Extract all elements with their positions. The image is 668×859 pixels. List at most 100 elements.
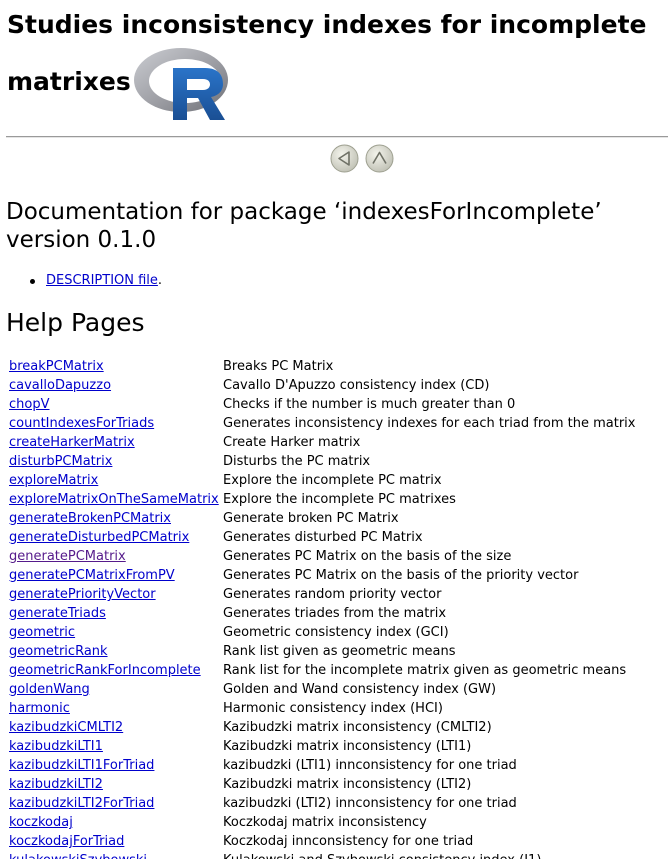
function-name-cell: geometricRankForIncomplete (9, 663, 223, 678)
function-link[interactable]: breakPCMatrix (9, 359, 104, 374)
navigation-buttons (330, 144, 394, 173)
function-name-cell: kazibudzkiLTI1ForTriad (9, 758, 223, 773)
function-link[interactable]: goldenWang (9, 682, 90, 697)
function-name-cell: exploreMatrixOnTheSameMatrix (9, 492, 223, 507)
function-description: Generates PC Matrix on the basis of the … (223, 549, 512, 564)
table-row: generatePriorityVector Generates random p… (9, 585, 664, 604)
function-description: Generates disturbed PC Matrix (223, 530, 423, 545)
function-name-cell: generateTriads (9, 606, 223, 621)
table-row: generateBrokenPCMatrix Generate broken PC… (9, 509, 664, 528)
function-description: Explore the incomplete PC matrixes (223, 492, 456, 507)
function-name-cell: koczkodajForTriad (9, 834, 223, 849)
table-row: kazibudzkiLTI2ForTriad kazibudzki (LTI2) … (9, 794, 664, 813)
description-list-item: DESCRIPTION file. (30, 273, 162, 289)
function-description: Rank list given as geometric means (223, 644, 456, 659)
table-row: geometric Geometric consistency index (GC… (9, 623, 664, 642)
table-row: harmonic Harmonic consistency index (HCI) (9, 699, 664, 718)
function-link[interactable]: generatePCMatrix (9, 549, 126, 564)
function-description: Disturbs the PC matrix (223, 454, 371, 469)
function-name-cell: geometric (9, 625, 223, 640)
documentation-version: version 0.1.0 (6, 227, 157, 253)
table-row: generatePCMatrixFromPV Generates PC Matri… (9, 566, 664, 585)
function-link[interactable]: kazibudzkiLTI2 (9, 777, 103, 792)
function-name-cell: kazibudzkiLTI2 (9, 777, 223, 792)
table-row: createHarkerMatrix Create Harker matrix (9, 433, 664, 452)
function-description: kazibudzki (LTI2) innconsistency for one… (223, 796, 517, 811)
function-link[interactable]: disturbPCMatrix (9, 454, 112, 469)
table-row: disturbPCMatrix Disturbs the PC matrix (9, 452, 664, 471)
function-description: Create Harker matrix (223, 435, 361, 450)
function-description: Generates PC Matrix on the basis of the … (223, 568, 579, 583)
function-name-cell: harmonic (9, 701, 223, 716)
function-name-cell: kazibudzkiLTI1 (9, 739, 223, 754)
header-divider (6, 136, 668, 138)
function-name-cell: disturbPCMatrix (9, 454, 223, 469)
table-row: kazibudzkiLTI2 Kazibudzki matrix inconsis… (9, 775, 664, 794)
function-link[interactable]: exploreMatrixOnTheSameMatrix (9, 492, 219, 507)
documentation-title: Documentation for package ‘indexesForInc… (6, 198, 602, 254)
table-row: kazibudzkiLTI1 Kazibudzki matrix inconsis… (9, 737, 664, 756)
function-link[interactable]: generateDisturbedPCMatrix (9, 530, 189, 545)
function-description: Kazibudzki matrix inconsistency (LTI1) (223, 739, 472, 754)
function-link[interactable]: harmonic (9, 701, 70, 716)
function-link[interactable]: geometricRank (9, 644, 108, 659)
table-row: breakPCMatrix Breaks PC Matrix (9, 357, 664, 376)
function-link[interactable]: geometricRankForIncomplete (9, 663, 201, 678)
function-link[interactable]: kazibudzkiLTI2ForTriad (9, 796, 154, 811)
table-row: generateTriads Generates triades from the… (9, 604, 664, 623)
bullet-icon (30, 278, 35, 284)
left-arrow-icon[interactable] (330, 144, 359, 173)
function-description: Checks if the number is much greater tha… (223, 397, 516, 412)
function-name-cell: kazibudzkiCMLTI2 (9, 720, 223, 735)
function-description: Golden and Wand consistency index (GW) (223, 682, 497, 697)
function-name-cell: goldenWang (9, 682, 223, 697)
function-name-cell: generatePCMatrixFromPV (9, 568, 223, 583)
function-link[interactable]: kazibudzkiLTI1 (9, 739, 103, 754)
table-row: exploreMatrix Explore the incomplete PC m… (9, 471, 664, 490)
function-link[interactable]: geometric (9, 625, 75, 640)
function-description: kazibudzki (LTI1) innconsistency for one… (223, 758, 517, 773)
function-name-cell: exploreMatrix (9, 473, 223, 488)
function-name-cell: generateBrokenPCMatrix (9, 511, 223, 526)
function-link[interactable]: koczkodajForTriad (9, 834, 124, 849)
function-name-cell: createHarkerMatrix (9, 435, 223, 450)
function-link[interactable]: generateTriads (9, 606, 106, 621)
function-link[interactable]: chopV (9, 397, 50, 412)
table-row: exploreMatrixOnTheSameMatrix Explore the … (9, 490, 664, 509)
r-logo-icon (134, 48, 228, 120)
documentation-title-text: Documentation for package ‘indexesForInc… (6, 199, 602, 225)
table-row: goldenWang Golden and Wand consistency in… (9, 680, 664, 699)
title-line-2: matrixes (7, 67, 131, 96)
function-link[interactable]: kazibudzkiCMLTI2 (9, 720, 123, 735)
description-file-link[interactable]: DESCRIPTION file (46, 273, 158, 289)
function-name-cell: generatePriorityVector (9, 587, 223, 602)
function-link[interactable]: generateBrokenPCMatrix (9, 511, 171, 526)
function-link[interactable]: countIndexesForTriads (9, 416, 154, 431)
description-suffix: . (157, 273, 163, 288)
table-row: koczkodajForTriad Koczkodaj innconsistenc… (9, 832, 664, 851)
title-line-1: Studies inconsistency indexes for incomp… (7, 10, 647, 39)
function-link[interactable]: koczkodaj (9, 815, 73, 830)
function-description: Rank list for the incomplete matrix give… (223, 663, 627, 678)
function-link[interactable]: kazibudzkiLTI1ForTriad (9, 758, 154, 773)
function-description: Geometric consistency index (GCI) (223, 625, 449, 640)
function-name-cell: chopV (9, 397, 223, 412)
function-description: Kazibudzki matrix inconsistency (CMLTI2) (223, 720, 492, 735)
table-row: countIndexesForTriads Generates inconsist… (9, 414, 664, 433)
function-link[interactable]: cavalloDapuzzo (9, 378, 111, 393)
up-arrow-icon[interactable] (365, 144, 394, 173)
function-description: Kulakowski and Szybowski consistency ind… (223, 853, 541, 859)
table-row: kazibudzkiCMLTI2 Kazibudzki matrix incons… (9, 718, 664, 737)
table-row: cavalloDapuzzo Cavallo D'Apuzzo consisten… (9, 376, 664, 395)
help-pages-table: breakPCMatrix Breaks PC Matrix cavalloDapu… (9, 357, 664, 859)
table-row: kazibudzkiLTI1ForTriad kazibudzki (LTI1) … (9, 756, 664, 775)
function-link[interactable]: generatePriorityVector (9, 587, 156, 602)
function-name-cell: generatePCMatrix (9, 549, 223, 564)
function-link[interactable]: exploreMatrix (9, 473, 98, 488)
function-name-cell: generateDisturbedPCMatrix (9, 530, 223, 545)
table-row: chopV Checks if the number is much greate… (9, 395, 664, 414)
function-link[interactable]: generatePCMatrixFromPV (9, 568, 175, 583)
function-link[interactable]: kulakowskiSzybowski (9, 853, 147, 859)
function-description: Generates inconsistency indexes for each… (223, 416, 636, 431)
function-link[interactable]: createHarkerMatrix (9, 435, 135, 450)
